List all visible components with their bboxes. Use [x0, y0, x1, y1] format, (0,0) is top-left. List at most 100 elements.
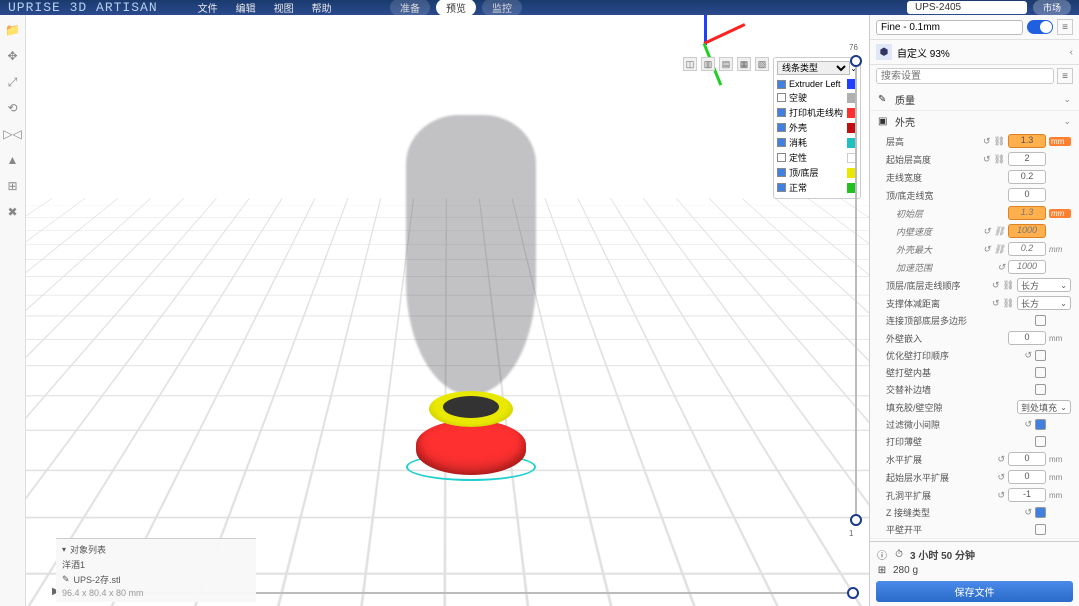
slider-top-knob[interactable] [850, 55, 862, 67]
menu-view[interactable]: 视图 [274, 0, 294, 15]
reset-icon[interactable]: ↺ [997, 490, 1005, 501]
rotate-icon[interactable]: ⟲ [4, 99, 22, 117]
view-front-icon[interactable]: ▥ [701, 57, 715, 71]
checkbox[interactable] [1035, 350, 1046, 361]
chain-icon[interactable]: ⛓ [1003, 298, 1014, 309]
settings-icon[interactable]: ✖ [4, 203, 22, 221]
save-button[interactable]: 保存文件 [876, 581, 1073, 602]
hamburger-icon[interactable]: ≡ [1057, 68, 1073, 84]
legend-item[interactable]: 消耗 [777, 135, 857, 150]
legend-item[interactable]: Extruder Left [777, 78, 857, 90]
tab-monitor[interactable]: 监控 [482, 0, 522, 16]
legend-item[interactable]: 外壳 [777, 120, 857, 135]
checkbox-icon[interactable] [777, 138, 786, 147]
color-scheme-select[interactable]: 线条类型 [777, 61, 850, 75]
slider-bottom-knob[interactable] [850, 514, 862, 526]
back-icon[interactable]: ‹ [1070, 47, 1073, 58]
mirror-icon[interactable]: ▷◁ [4, 125, 22, 143]
value-input[interactable]: 2 [1008, 152, 1046, 166]
checkbox-icon[interactable] [777, 183, 786, 192]
info-icon[interactable]: ⓘ [876, 549, 888, 561]
chain-icon[interactable]: ⛓ [994, 226, 1005, 237]
menu-help[interactable]: 帮助 [312, 0, 332, 15]
object-list-title[interactable]: ▾对象列表 [62, 542, 250, 557]
chain-icon[interactable]: ⛓ [994, 154, 1005, 165]
checkbox-icon[interactable] [777, 168, 786, 177]
reset-icon[interactable]: ↺ [992, 298, 1000, 309]
value-input[interactable]: 0 [1008, 452, 1046, 466]
reset-icon[interactable]: ↺ [1024, 507, 1032, 518]
printer-name[interactable]: UPS-2405 [907, 1, 1027, 14]
checkbox[interactable] [1035, 419, 1046, 430]
value-input[interactable]: 1.3 [1008, 206, 1046, 220]
checkbox[interactable] [1035, 524, 1046, 535]
legend-item[interactable]: 空驶 [777, 90, 857, 105]
hslider-knob[interactable] [847, 587, 859, 599]
dropdown[interactable]: 到处填充 [1017, 400, 1071, 414]
value-input[interactable]: -1 [1008, 488, 1046, 502]
section-quality[interactable]: ✎ 质量 ⌄ [870, 89, 1079, 110]
search-input[interactable] [876, 68, 1054, 84]
value-input[interactable]: 0 [1008, 188, 1046, 202]
reset-icon[interactable]: ↺ [1024, 419, 1032, 430]
dropdown[interactable]: 长方 [1017, 278, 1071, 292]
view-top-icon[interactable]: ▤ [719, 57, 733, 71]
value-input[interactable]: 0 [1008, 331, 1046, 345]
dropdown[interactable]: 长方 [1017, 296, 1071, 310]
profile-select[interactable]: Fine - 0.1mm [876, 20, 1023, 35]
reset-icon[interactable]: ↺ [992, 280, 1000, 291]
checkbox[interactable] [1035, 507, 1046, 518]
checkbox[interactable] [1035, 436, 1046, 447]
support-icon[interactable]: ⊞ [4, 177, 22, 195]
checkbox[interactable] [1035, 315, 1046, 326]
reset-icon[interactable]: ↺ [983, 244, 991, 255]
value-input[interactable]: 0.2 [1008, 242, 1046, 256]
reset-icon[interactable]: ↺ [997, 262, 1005, 273]
checkbox-icon[interactable] [777, 80, 786, 89]
legend-item[interactable]: 正常 [777, 180, 857, 195]
reset-icon[interactable]: ↺ [983, 154, 991, 165]
reset-icon[interactable]: ↺ [997, 454, 1005, 465]
reset-icon[interactable]: ↺ [1024, 350, 1032, 361]
value-input[interactable]: 1000 [1008, 260, 1046, 274]
chain-icon[interactable]: ⛓ [994, 136, 1005, 147]
checkbox-icon[interactable] [777, 93, 786, 102]
tab-prepare[interactable]: 准备 [390, 0, 430, 16]
move-icon[interactable]: ✥ [4, 47, 22, 65]
chain-icon[interactable]: ⛓ [994, 244, 1005, 255]
layer-slider[interactable]: 76 1 [849, 55, 863, 526]
scale-icon[interactable]: ⤢ [4, 73, 22, 91]
legend-item[interactable]: 顶/底层 [777, 165, 857, 180]
view-right-icon[interactable]: ▧ [755, 57, 769, 71]
value-input[interactable]: 0 [1008, 470, 1046, 484]
checkbox[interactable] [1035, 384, 1046, 395]
reset-icon[interactable]: ↺ [997, 472, 1005, 483]
checkbox-icon[interactable] [777, 153, 786, 162]
value-input[interactable]: 1000 [1008, 224, 1046, 238]
chain-icon[interactable]: ⛓ [1003, 280, 1014, 291]
reset-icon[interactable]: ↺ [983, 226, 991, 237]
section-shell[interactable]: ▣ 外壳 ⌄ [870, 111, 1079, 132]
gradual-toggle[interactable] [1027, 20, 1053, 34]
mesh-icon[interactable]: ▲ [4, 151, 22, 169]
checkbox-icon[interactable] [777, 123, 786, 132]
menu-icon[interactable]: ≡ [1057, 19, 1073, 35]
view-left-icon[interactable]: ▦ [737, 57, 751, 71]
tab-preview[interactable]: 预览 [436, 0, 476, 16]
open-icon[interactable]: 📁 [4, 21, 22, 39]
viewport[interactable]: ◫ ▥ ▤ ▦ ▧ 线条类型 ⌄ Extruder Left 空驶 打印机走线构… [26, 15, 869, 606]
value-input[interactable]: 1.3 [1008, 134, 1046, 148]
list-item[interactable]: ✎UPS-2存.stl [62, 572, 250, 587]
view-iso-icon[interactable]: ◫ [683, 57, 697, 71]
settings-body[interactable]: ✎ 质量 ⌄ ▣ 外壳 ⌄ 层高↺⛓1.3mm 起始层高度↺⛓2 走线宽度0.2… [870, 87, 1079, 541]
legend-item[interactable]: 定性 [777, 150, 857, 165]
reset-icon[interactable]: ↺ [983, 136, 991, 147]
model-preview[interactable] [416, 385, 526, 475]
legend-item[interactable]: 打印机走线构 [777, 105, 857, 120]
checkbox-icon[interactable] [777, 108, 786, 117]
menu-edit[interactable]: 编辑 [236, 0, 256, 15]
menu-file[interactable]: 文件 [198, 0, 218, 15]
list-item[interactable]: 洋酒1 [62, 557, 250, 572]
checkbox[interactable] [1035, 367, 1046, 378]
value-input[interactable]: 0.2 [1008, 170, 1046, 184]
